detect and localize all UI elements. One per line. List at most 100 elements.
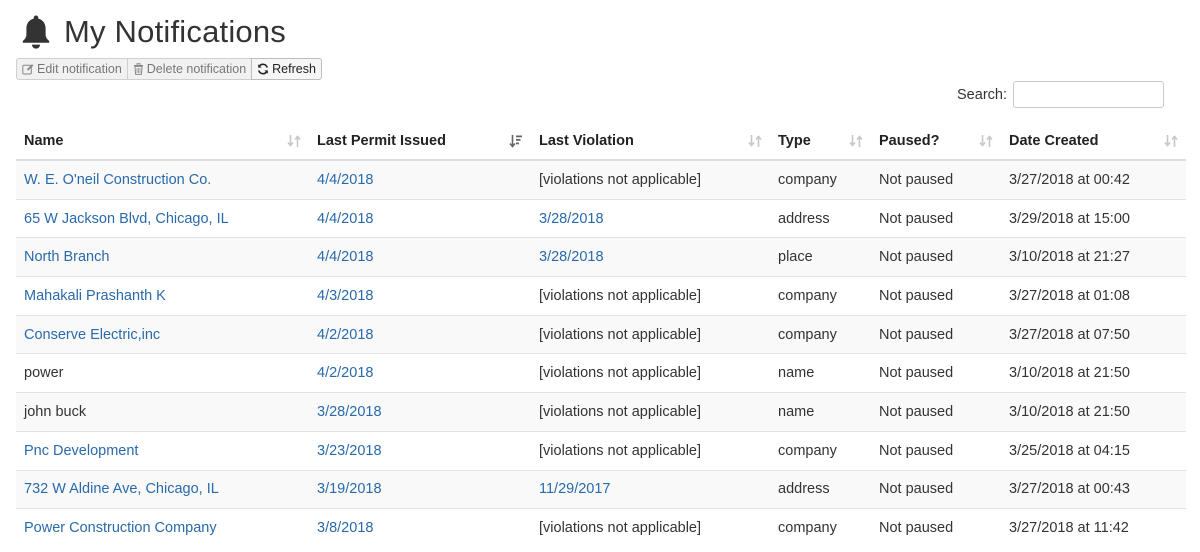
type-cell: name bbox=[770, 353, 871, 393]
type-cell: name bbox=[770, 392, 871, 432]
last-permit-cell[interactable]: 3/28/2018 bbox=[309, 392, 531, 432]
edit-notification-button[interactable]: Edit notification bbox=[16, 58, 128, 80]
bell-icon bbox=[22, 15, 50, 49]
refresh-label: Refresh bbox=[272, 62, 316, 76]
sort-control[interactable] bbox=[748, 134, 762, 152]
last-permit-cell[interactable]: 4/3/2018 bbox=[309, 276, 531, 316]
sort-control[interactable] bbox=[509, 134, 523, 152]
table-row[interactable]: Mahakali Prashanth K 4/3/2018 [violations … bbox=[16, 276, 1186, 316]
name-cell[interactable]: 65 W Jackson Blvd, Chicago, IL bbox=[16, 198, 309, 238]
table-header-row: Name Last Permit Issued Last Violation Type… bbox=[16, 122, 1186, 161]
column-header-label: Type bbox=[778, 132, 811, 149]
last-violation-cell: [violations not applicable] bbox=[531, 353, 770, 393]
page-header: My Notifications bbox=[20, 12, 286, 52]
sort-icon bbox=[979, 135, 993, 147]
type-cell: address bbox=[770, 198, 871, 238]
column-header-label: Last Violation bbox=[539, 132, 634, 149]
name-cell: power bbox=[16, 353, 309, 393]
toolbar: Edit notification Delete notification Re… bbox=[16, 58, 322, 80]
refresh-button[interactable]: Refresh bbox=[251, 58, 322, 80]
column-header-date-created[interactable]: Date Created bbox=[1001, 122, 1186, 161]
sort-icon bbox=[287, 135, 301, 147]
sort-icon bbox=[849, 135, 863, 147]
trash-icon bbox=[133, 63, 143, 75]
last-violation-cell: [violations not applicable] bbox=[531, 392, 770, 432]
paused-cell: Not paused bbox=[871, 430, 1001, 470]
table-row[interactable]: 732 W Aldine Ave, Chicago, IL 3/19/2018 11… bbox=[16, 469, 1186, 509]
last-violation-cell[interactable]: 3/28/2018 bbox=[531, 237, 770, 277]
type-cell: place bbox=[770, 237, 871, 277]
sort-control[interactable] bbox=[1164, 134, 1178, 152]
column-header-last-violation[interactable]: Last Violation bbox=[531, 122, 770, 161]
paused-cell: Not paused bbox=[871, 353, 1001, 393]
date-created-cell: 3/10/2018 at 21:27 bbox=[1001, 237, 1186, 277]
table-row[interactable]: North Branch 4/4/2018 3/28/2018 place Not pa… bbox=[16, 237, 1186, 277]
notifications-page: My Notifications Edit notification Delet… bbox=[0, 0, 1200, 552]
last-permit-cell[interactable]: 3/23/2018 bbox=[309, 430, 531, 470]
last-permit-cell[interactable]: 3/19/2018 bbox=[309, 469, 531, 509]
date-created-cell: 3/25/2018 at 04:15 bbox=[1001, 430, 1186, 470]
last-permit-cell[interactable]: 3/8/2018 bbox=[309, 508, 531, 547]
refresh-icon bbox=[258, 63, 269, 75]
paused-cell: Not paused bbox=[871, 198, 1001, 238]
paused-cell: Not paused bbox=[871, 392, 1001, 432]
last-permit-cell[interactable]: 4/2/2018 bbox=[309, 314, 531, 354]
search-input[interactable] bbox=[1013, 81, 1164, 108]
last-permit-cell[interactable]: 4/4/2018 bbox=[309, 159, 531, 200]
column-header-last-permit-issued[interactable]: Last Permit Issued bbox=[309, 122, 531, 161]
type-cell: company bbox=[770, 314, 871, 354]
column-header-label: Last Permit Issued bbox=[317, 132, 446, 149]
name-cell[interactable]: Conserve Electric,inc bbox=[16, 314, 309, 354]
delete-notification-button[interactable]: Delete notification bbox=[126, 58, 253, 80]
table-row[interactable]: john buck 3/28/2018 [violations not applic… bbox=[16, 392, 1186, 432]
date-created-cell: 3/27/2018 at 07:50 bbox=[1001, 314, 1186, 354]
table-row[interactable]: Power Construction Company 3/8/2018 [viola… bbox=[16, 508, 1186, 547]
date-created-cell: 3/27/2018 at 00:43 bbox=[1001, 469, 1186, 509]
notifications-table: Name Last Permit Issued Last Violation Type… bbox=[16, 122, 1186, 547]
last-violation-cell[interactable]: 3/28/2018 bbox=[531, 198, 770, 238]
paused-cell: Not paused bbox=[871, 469, 1001, 509]
last-permit-cell[interactable]: 4/4/2018 bbox=[309, 198, 531, 238]
date-created-cell: 3/27/2018 at 11:42 bbox=[1001, 508, 1186, 547]
last-violation-cell: [violations not applicable] bbox=[531, 508, 770, 547]
type-cell: company bbox=[770, 276, 871, 316]
last-violation-cell: [violations not applicable] bbox=[531, 159, 770, 200]
search-label: Search: bbox=[957, 86, 1007, 103]
date-created-cell: 3/29/2018 at 15:00 bbox=[1001, 198, 1186, 238]
paused-cell: Not paused bbox=[871, 508, 1001, 547]
sort-icon bbox=[748, 135, 762, 147]
edit-notification-label: Edit notification bbox=[37, 62, 122, 76]
name-cell[interactable]: Power Construction Company bbox=[16, 508, 309, 547]
last-violation-cell[interactable]: 11/29/2017 bbox=[531, 469, 770, 509]
column-header-label: Date Created bbox=[1009, 132, 1099, 149]
last-violation-cell: [violations not applicable] bbox=[531, 276, 770, 316]
type-cell: address bbox=[770, 469, 871, 509]
table-row[interactable]: 65 W Jackson Blvd, Chicago, IL 4/4/2018 3/… bbox=[16, 198, 1186, 238]
search-box: Search: bbox=[957, 81, 1164, 108]
name-cell[interactable]: Pnc Development bbox=[16, 430, 309, 470]
paused-cell: Not paused bbox=[871, 237, 1001, 277]
paused-cell: Not paused bbox=[871, 159, 1001, 200]
table-row[interactable]: Conserve Electric,inc 4/2/2018 [violations… bbox=[16, 314, 1186, 354]
column-header-name[interactable]: Name bbox=[16, 122, 309, 161]
name-cell[interactable]: North Branch bbox=[16, 237, 309, 277]
table-row[interactable]: power 4/2/2018 [violations not applicable]… bbox=[16, 353, 1186, 393]
name-cell[interactable]: Mahakali Prashanth K bbox=[16, 276, 309, 316]
last-permit-cell[interactable]: 4/4/2018 bbox=[309, 237, 531, 277]
sort-control[interactable] bbox=[287, 134, 301, 152]
column-header-paused[interactable]: Paused? bbox=[871, 122, 1001, 161]
table-body: W. E. O'neil Construction Co. 4/4/2018 [vi… bbox=[16, 159, 1186, 547]
column-header-type[interactable]: Type bbox=[770, 122, 871, 161]
name-cell[interactable]: 732 W Aldine Ave, Chicago, IL bbox=[16, 469, 309, 509]
sort-control[interactable] bbox=[979, 134, 993, 152]
table-row[interactable]: W. E. O'neil Construction Co. 4/4/2018 [vi… bbox=[16, 159, 1186, 200]
table-row[interactable]: Pnc Development 3/23/2018 [violations not … bbox=[16, 430, 1186, 470]
sort-control[interactable] bbox=[849, 134, 863, 152]
edit-icon bbox=[22, 64, 34, 75]
last-permit-cell[interactable]: 4/2/2018 bbox=[309, 353, 531, 393]
last-violation-cell: [violations not applicable] bbox=[531, 430, 770, 470]
page-title: My Notifications bbox=[64, 14, 286, 49]
sort-icon bbox=[1164, 135, 1178, 147]
name-cell[interactable]: W. E. O'neil Construction Co. bbox=[16, 159, 309, 200]
type-cell: company bbox=[770, 430, 871, 470]
